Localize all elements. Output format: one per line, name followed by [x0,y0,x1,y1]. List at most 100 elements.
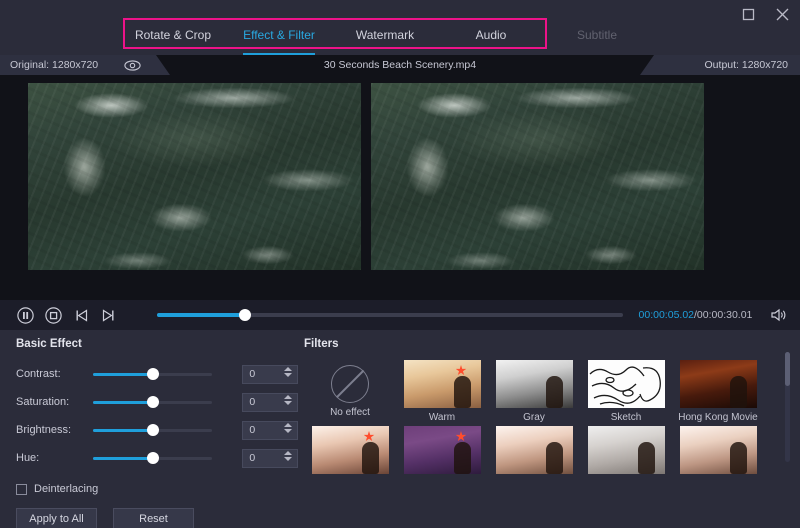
ocean-footage [371,83,704,270]
stepper-arrows [284,367,292,377]
filter-label: Warm [429,412,455,423]
hue-slider[interactable] [93,457,212,460]
seek-handle[interactable] [239,309,251,321]
figure-shape [546,442,563,474]
contrast-stepper[interactable]: 0 [242,365,298,384]
stepper-down-icon[interactable] [284,401,292,405]
tab-watermark[interactable]: Watermark [332,18,438,51]
scrollbar-thumb[interactable] [785,352,790,386]
tab-subtitle: Subtitle [544,18,650,51]
seek-bar[interactable] [157,313,623,317]
hue-label: Hue: [16,452,93,464]
stepper-up-icon[interactable] [284,395,292,399]
title-bar: Rotate & Crop Effect & Filter Watermark … [0,0,800,55]
stepper-down-icon[interactable] [284,373,292,377]
current-time: 00:00:05.02 [639,309,694,321]
figure-shape [638,442,655,474]
basic-effect-panel: Basic Effect Contrast: 0 Saturation: 0 B… [0,330,298,528]
stepper-arrows [284,451,292,461]
tab-label: Subtitle [577,28,617,42]
tab-label: Rotate & Crop [135,28,211,42]
contrast-slider[interactable] [93,373,212,376]
saturation-value: 0 [243,396,255,408]
deinterlacing-row[interactable]: Deinterlacing [16,476,298,502]
output-resolution-label: Output: 1280x720 [695,59,800,71]
brightness-value: 0 [243,424,255,436]
filter-thumbnail [588,426,665,474]
stepper-down-icon[interactable] [284,457,292,461]
slider-handle[interactable] [147,396,159,408]
stop-icon[interactable] [44,305,64,325]
brightness-stepper[interactable]: 0 [242,421,298,440]
saturation-label: Saturation: [16,396,93,408]
filter-no-effect[interactable]: No effect [304,360,396,426]
hue-value: 0 [243,452,255,464]
stepper-arrows [284,423,292,433]
apply-to-all-button[interactable]: Apply to All [16,508,97,528]
slider-handle[interactable] [147,368,159,380]
video-previews [0,75,800,270]
filters-grid: No effect Warm Gray [304,360,784,492]
tab-effect-filter[interactable]: Effect & Filter [226,18,332,51]
close-icon[interactable] [772,4,792,24]
stepper-up-icon[interactable] [284,423,292,427]
pause-icon[interactable] [16,305,36,325]
sketch-strokes [588,360,665,408]
settings-panels: Basic Effect Contrast: 0 Saturation: 0 B… [0,330,800,528]
deinterlacing-checkbox[interactable] [16,484,27,495]
figure-shape [454,442,471,474]
stepper-arrows [284,395,292,405]
filter-row2-1[interactable] [304,426,396,492]
slider-handle[interactable] [147,452,159,464]
saturation-row: Saturation: 0 [16,388,298,416]
slider-handle[interactable] [147,424,159,436]
preview-area: Original: 1280x720 30 Seconds Beach Scen… [0,55,800,300]
filter-gray[interactable]: Gray [488,360,580,426]
filter-thumbnail [680,426,757,474]
contrast-label: Contrast: [16,368,93,380]
filter-thumbnail [404,426,481,474]
figure-shape [454,376,471,408]
playback-control-bar: 00:00:05.02/00:00:30.01 [0,300,800,330]
figure-shape [546,376,563,408]
maximize-icon[interactable] [738,4,758,24]
tab-bar: Rotate & Crop Effect & Filter Watermark … [120,18,680,55]
output-panel-tab: Output: 1280x720 [640,55,800,75]
tab-audio[interactable]: Audio [438,18,544,51]
filter-hong-kong-movie[interactable]: Hong Kong Movie [672,360,764,426]
figure-shape [730,376,747,408]
saturation-slider[interactable] [93,401,212,404]
previous-frame-icon[interactable] [71,305,91,325]
figure-shape [730,442,747,474]
filter-warm[interactable]: Warm [396,360,488,426]
tab-label: Effect & Filter [243,28,315,42]
stepper-up-icon[interactable] [284,367,292,371]
filter-row2-4[interactable] [580,426,672,492]
brightness-slider[interactable] [93,429,212,432]
no-effect-icon [331,365,369,403]
stepper-down-icon[interactable] [284,429,292,433]
tab-rotate-crop[interactable]: Rotate & Crop [120,18,226,51]
hue-stepper[interactable]: 0 [242,449,298,468]
slider-fill [93,457,153,460]
filter-sketch[interactable]: Sketch [580,360,672,426]
filter-label: Sketch [611,412,642,423]
filter-row2-2[interactable] [396,426,488,492]
filter-thumbnail [680,360,757,408]
hue-row: Hue: 0 [16,444,298,472]
filters-scrollbar[interactable] [785,352,790,462]
stepper-up-icon[interactable] [284,451,292,455]
next-frame-icon[interactable] [99,305,119,325]
output-video-preview [371,83,704,270]
tab-label: Watermark [356,28,414,42]
filter-row2-5[interactable] [672,426,764,492]
slider-fill [93,429,153,432]
reset-button[interactable]: Reset [113,508,194,528]
filter-label: Hong Kong Movie [678,412,758,423]
saturation-stepper[interactable]: 0 [242,393,298,412]
filter-thumbnail [588,360,665,408]
volume-icon[interactable] [768,305,788,325]
filter-row2-3[interactable] [488,426,580,492]
contrast-value: 0 [243,368,255,380]
original-video-preview [28,83,361,270]
